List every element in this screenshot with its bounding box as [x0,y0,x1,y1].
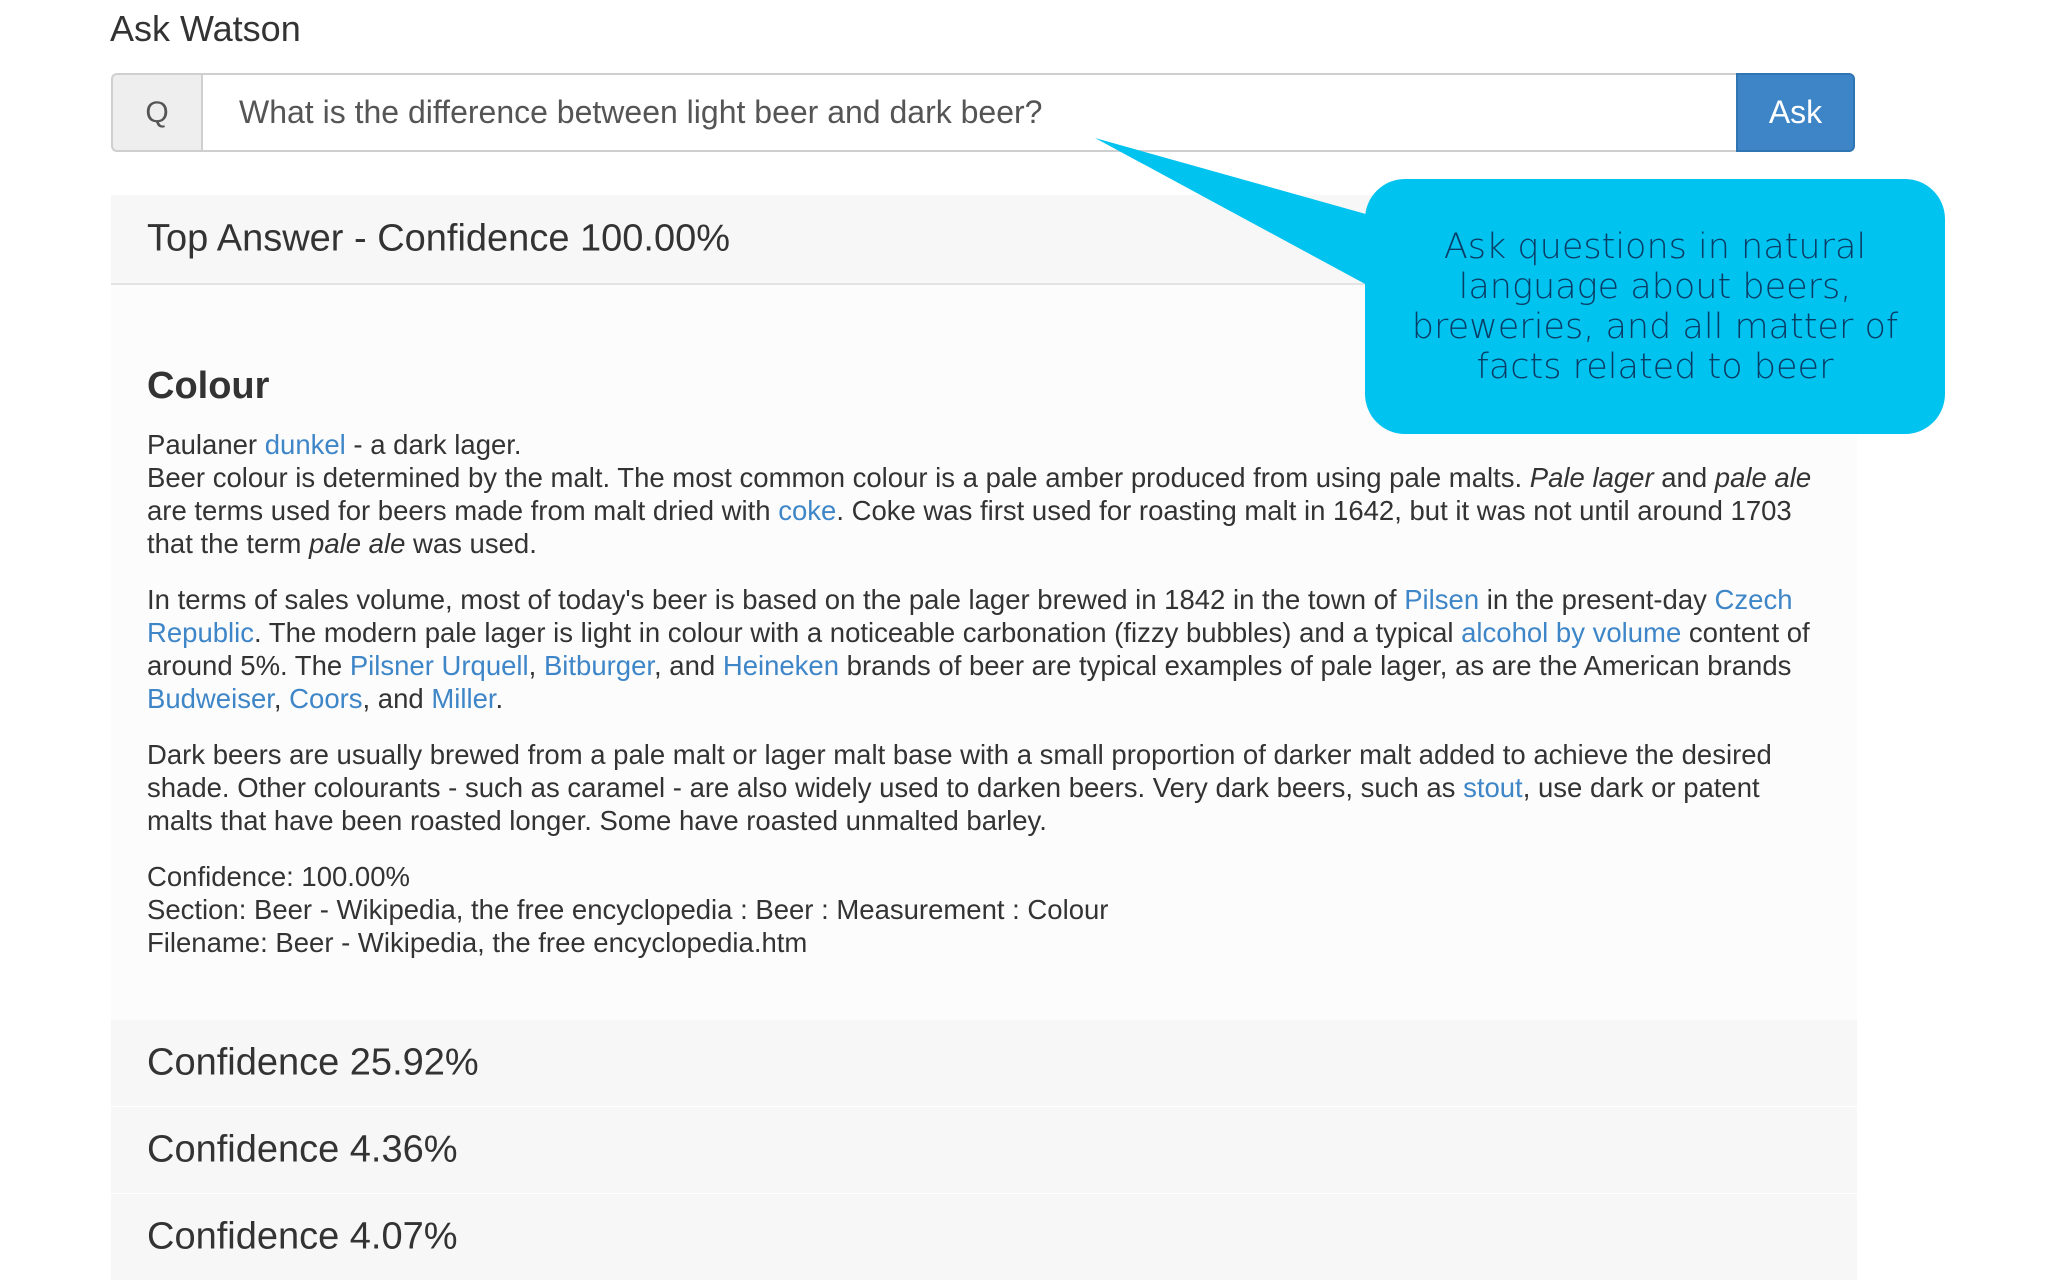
answer-confidence-heading: Confidence 25.92% [147,1041,479,1084]
text-run: was used. [405,528,537,559]
link-coke[interactable]: coke [778,495,836,526]
link-budweiser[interactable]: Budweiser [147,683,274,714]
link-pilsen[interactable]: Pilsen [1404,584,1479,615]
answer-paragraph: Dark beers are usually brewed from a pal… [147,738,1827,837]
text-run: In terms of sales volume, most of today'… [147,584,1405,615]
text-run: , and [654,650,723,681]
answer-panel-2[interactable]: Confidence 25.92% [111,1020,1857,1106]
text-run: . The modern pale lager is light in colo… [254,617,1462,648]
answer-confidence-heading: Confidence 4.36% [147,1128,458,1171]
text-run: Paulaner [147,429,265,460]
text-run: . [495,683,504,714]
answer-paragraph: Paulaner dunkel - a dark lager. Beer col… [147,428,1827,560]
search-icon: Q [111,73,201,152]
link-miller[interactable]: Miller [431,683,495,714]
emphasis-pale-ale: pale ale [309,528,406,559]
text-run: , [528,650,544,681]
emphasis-pale-ale: pale ale [1714,462,1812,493]
search-input[interactable] [201,73,1736,152]
top-answer-title: Top Answer - Confidence 100.00% [147,217,731,260]
answer-meta: Confidence: 100.00% Section: Beer - Wiki… [147,860,1827,959]
answer-panel-3[interactable]: Confidence 4.36% [111,1107,1857,1193]
app-title: Ask Watson [110,8,301,49]
text-run: Beer colour is determined by the malt. T… [147,462,1530,493]
link-heineken[interactable]: Heineken [723,650,839,681]
link-alcohol-by-volume[interactable]: alcohol by volume [1461,617,1681,648]
text-run: - a dark lager. [345,429,522,460]
answer-paragraph: In terms of sales volume, most of today'… [147,583,1827,715]
text-run: in the present-day [1479,584,1715,615]
search-bar: Q Ask [111,73,1855,152]
link-stout[interactable]: stout [1463,772,1523,803]
link-bitburger[interactable]: Bitburger [544,650,654,681]
text-run: , and [362,683,432,714]
answer-panel-4[interactable]: Confidence 4.07% [111,1194,1857,1280]
answer-confidence-heading: Confidence 4.07% [147,1215,458,1258]
annotation-callout: Ask questions in natural language about … [1365,179,1945,434]
meta-confidence: Confidence: 100.00% [147,861,410,892]
link-pilsner-urquell[interactable]: Pilsner Urquell [350,650,529,681]
link-coors[interactable]: Coors [289,683,362,714]
answer-text: Paulaner dunkel - a dark lager. Beer col… [147,428,1827,982]
text-run: , [273,683,290,714]
text-run: are terms used for beers made from malt … [147,495,779,526]
text-run: and [1653,462,1715,493]
text-run: brands of beer are typical examples of p… [839,650,1792,681]
meta-section: Section: Beer - Wikipedia, the free ency… [147,894,1109,925]
meta-filename: Filename: Beer - Wikipedia, the free enc… [147,927,808,958]
emphasis-pale-lager: Pale lager [1529,462,1654,493]
section-title: Colour [147,365,270,407]
ask-button[interactable]: Ask [1736,73,1855,152]
callout-text: Ask questions in natural language about … [1411,226,1899,387]
link-dunkel[interactable]: dunkel [265,429,346,460]
